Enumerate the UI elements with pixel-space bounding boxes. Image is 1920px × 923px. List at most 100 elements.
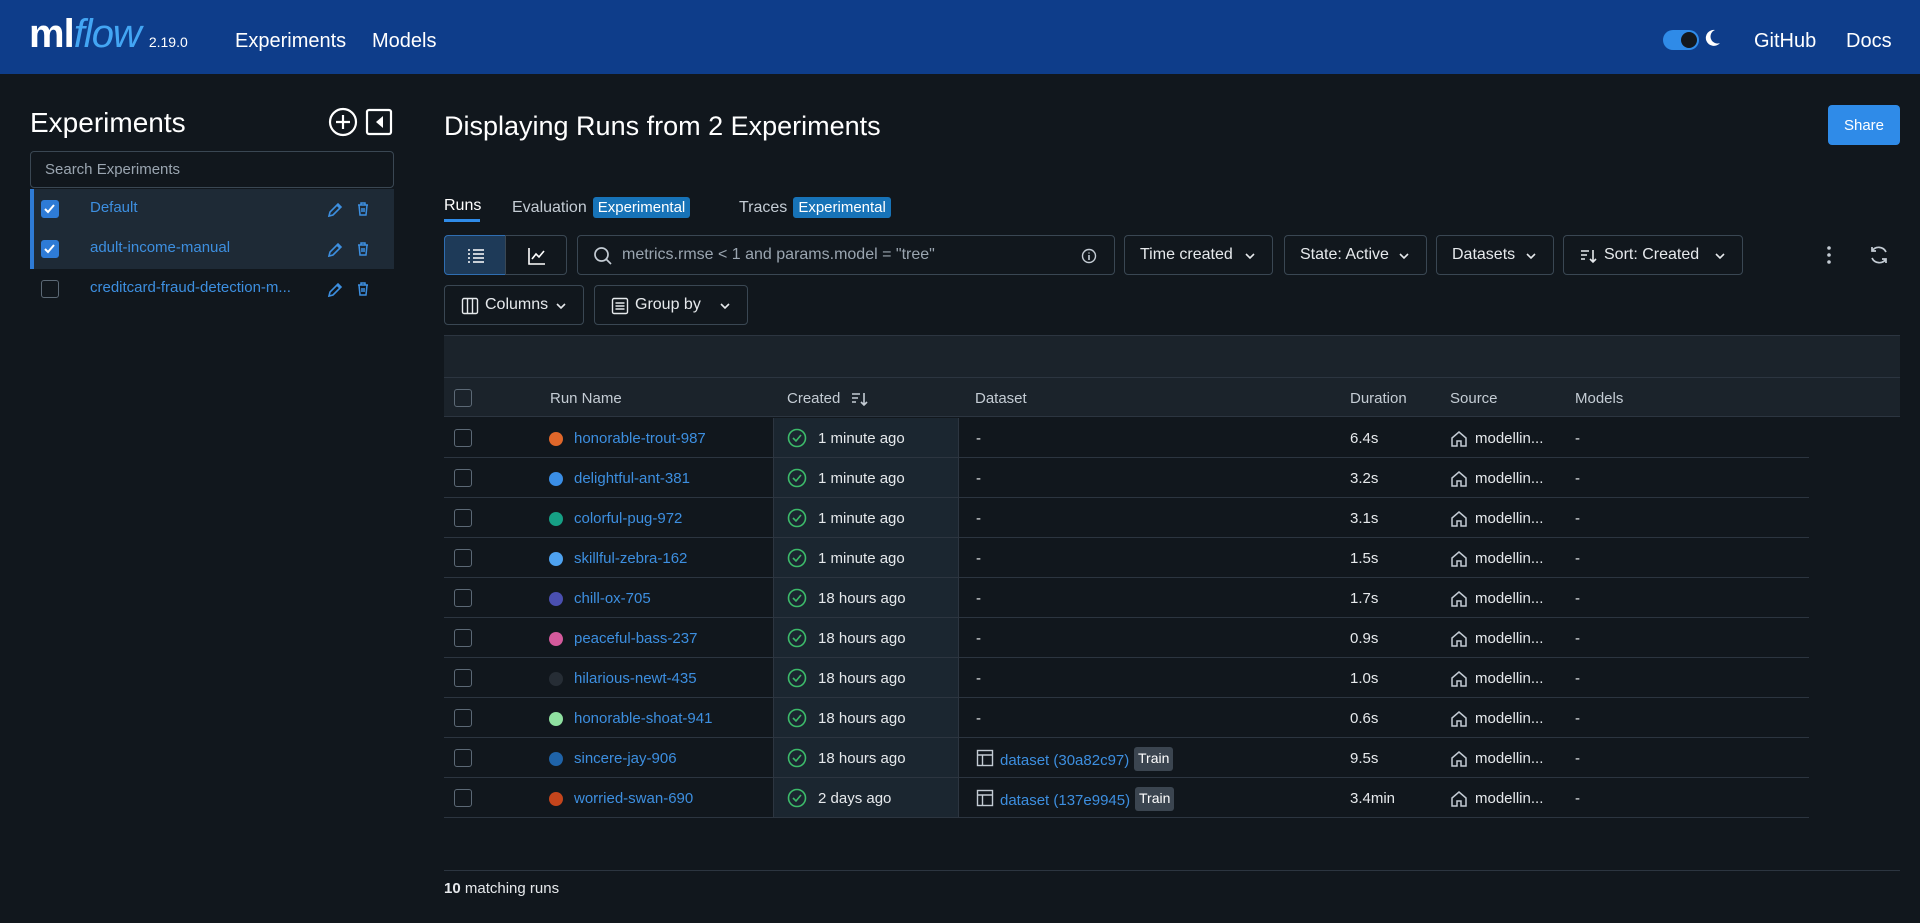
table-row[interactable]: peaceful-bass-237 18 hours ago - 0.9s modell… xyxy=(444,618,1809,658)
created-time[interactable]: 2 days ago xyxy=(818,790,891,807)
tab-runs[interactable]: Runs xyxy=(444,197,481,215)
column-header-run-name[interactable]: Run Name xyxy=(550,390,622,407)
table-row[interactable]: chill-ox-705 18 hours ago - 1.7s modellin...… xyxy=(444,578,1809,618)
table-row[interactable]: sincere-jay-906 18 hours ago dataset (30a8… xyxy=(444,738,1809,778)
edit-pencil-icon[interactable] xyxy=(326,281,344,299)
experiment-item-default[interactable]: Default xyxy=(30,189,394,229)
nav-github[interactable]: GitHub xyxy=(1754,30,1816,53)
delete-trash-icon[interactable] xyxy=(355,241,371,257)
add-experiment-button[interactable] xyxy=(328,107,358,137)
table-view-button[interactable] xyxy=(444,235,506,275)
column-header-source[interactable]: Source xyxy=(1450,390,1498,407)
sort-descending-icon[interactable] xyxy=(850,390,868,408)
run-name-link[interactable]: colorful-pug-972 xyxy=(574,510,682,527)
row-checkbox[interactable] xyxy=(454,469,472,487)
table-row[interactable]: hilarious-newt-435 18 hours ago - 1.0s model… xyxy=(444,658,1809,698)
created-time[interactable]: 1 minute ago xyxy=(818,430,905,447)
table-row[interactable]: honorable-trout-987 1 minute ago - 6.4s mode… xyxy=(444,418,1809,458)
refresh-button[interactable] xyxy=(1868,244,1890,266)
row-checkbox[interactable] xyxy=(454,749,472,767)
tab-traces[interactable]: Traces Experimental xyxy=(739,197,891,218)
column-header-created[interactable]: Created xyxy=(787,390,840,407)
row-checkbox[interactable] xyxy=(454,709,472,727)
column-header-duration[interactable]: Duration xyxy=(1350,390,1407,407)
table-row[interactable]: worried-swan-690 2 days ago dataset (137e9… xyxy=(444,778,1809,818)
column-header-models[interactable]: Models xyxy=(1575,390,1623,407)
source-link[interactable]: modellin... xyxy=(1475,710,1543,727)
source-link[interactable]: modellin... xyxy=(1475,590,1543,607)
experiment-name[interactable]: Default xyxy=(90,199,316,216)
dataset-link[interactable]: dataset (137e9945) xyxy=(1000,792,1130,809)
table-row[interactable]: delightful-ant-381 1 minute ago - 3.2s model… xyxy=(444,458,1809,498)
row-checkbox[interactable] xyxy=(454,629,472,647)
source-link[interactable]: modellin... xyxy=(1475,670,1543,687)
dataset-link[interactable]: dataset (30a82c97) xyxy=(1000,752,1129,769)
column-header-dataset[interactable]: Dataset xyxy=(975,390,1027,407)
run-name-link[interactable]: honorable-shoat-941 xyxy=(574,710,712,727)
row-checkbox[interactable] xyxy=(454,549,472,567)
select-all-checkbox[interactable] xyxy=(454,389,472,407)
run-name-link[interactable]: sincere-jay-906 xyxy=(574,750,677,767)
created-time[interactable]: 1 minute ago xyxy=(818,510,905,527)
nav-experiments[interactable]: Experiments xyxy=(235,30,346,53)
nav-models[interactable]: Models xyxy=(372,30,436,53)
experiment-item-creditcard-fraud[interactable]: creditcard-fraud-detection-m... xyxy=(30,269,394,309)
experiment-checkbox[interactable] xyxy=(41,200,59,218)
experiment-checkbox[interactable] xyxy=(41,280,59,298)
experiment-name[interactable]: adult-income-manual xyxy=(90,239,316,256)
run-name-link[interactable]: peaceful-bass-237 xyxy=(574,630,697,647)
nav-docs[interactable]: Docs xyxy=(1846,30,1892,53)
source-link[interactable]: modellin... xyxy=(1475,630,1543,647)
group-by-button[interactable]: Group by xyxy=(594,285,748,325)
runs-search-input[interactable] xyxy=(622,236,1062,274)
time-created-dropdown[interactable]: Time created xyxy=(1124,235,1273,275)
created-time[interactable]: 18 hours ago xyxy=(818,750,906,767)
edit-pencil-icon[interactable] xyxy=(326,201,344,219)
created-time[interactable]: 1 minute ago xyxy=(818,550,905,567)
info-icon[interactable] xyxy=(1081,248,1097,264)
delete-trash-icon[interactable] xyxy=(355,281,371,297)
row-checkbox[interactable] xyxy=(454,789,472,807)
created-time[interactable]: 18 hours ago xyxy=(818,670,906,687)
experiment-checkbox[interactable] xyxy=(41,240,59,258)
dark-mode-toggle[interactable] xyxy=(1663,30,1699,50)
run-name-link[interactable]: honorable-trout-987 xyxy=(574,430,706,447)
run-name-link[interactable]: skillful-zebra-162 xyxy=(574,550,687,567)
source-link[interactable]: modellin... xyxy=(1475,790,1543,807)
row-checkbox[interactable] xyxy=(454,509,472,527)
created-time[interactable]: 18 hours ago xyxy=(818,630,906,647)
run-name-link[interactable]: chill-ox-705 xyxy=(574,590,651,607)
sort-dropdown[interactable]: Sort: Created xyxy=(1563,235,1743,275)
row-checkbox[interactable] xyxy=(454,589,472,607)
created-time[interactable]: 18 hours ago xyxy=(818,710,906,727)
datasets-filter-dropdown[interactable]: Datasets xyxy=(1436,235,1554,275)
row-checkbox[interactable] xyxy=(454,429,472,447)
table-row[interactable]: honorable-shoat-941 18 hours ago - 0.6s mode… xyxy=(444,698,1809,738)
created-time[interactable]: 18 hours ago xyxy=(818,590,906,607)
table-row[interactable]: skillful-zebra-162 1 minute ago - 1.5s model… xyxy=(444,538,1809,578)
mlflow-logo[interactable]: ml flow 2.19.0 xyxy=(29,14,188,54)
table-row[interactable]: colorful-pug-972 1 minute ago - 3.1s modelli… xyxy=(444,498,1809,538)
source-link[interactable]: modellin... xyxy=(1475,470,1543,487)
delete-trash-icon[interactable] xyxy=(355,201,371,217)
run-name-link[interactable]: hilarious-newt-435 xyxy=(574,670,697,687)
experiment-item-adult-income-manual[interactable]: adult-income-manual xyxy=(30,229,394,269)
edit-pencil-icon[interactable] xyxy=(326,241,344,259)
more-options-button[interactable] xyxy=(1820,244,1838,266)
state-filter-dropdown[interactable]: State: Active xyxy=(1284,235,1427,275)
tab-evaluation[interactable]: Evaluation Experimental xyxy=(512,197,691,218)
source-link[interactable]: modellin... xyxy=(1475,550,1543,567)
columns-button[interactable]: Columns xyxy=(444,285,584,325)
chart-view-button[interactable] xyxy=(505,235,567,275)
row-checkbox[interactable] xyxy=(454,669,472,687)
created-time[interactable]: 1 minute ago xyxy=(818,470,905,487)
source-link[interactable]: modellin... xyxy=(1475,430,1543,447)
run-name-link[interactable]: worried-swan-690 xyxy=(574,790,693,807)
search-experiments-input[interactable] xyxy=(30,151,394,188)
source-link[interactable]: modellin... xyxy=(1475,750,1543,767)
share-button[interactable]: Share xyxy=(1828,105,1900,145)
collapse-sidebar-button[interactable] xyxy=(365,108,393,136)
experiment-name[interactable]: creditcard-fraud-detection-m... xyxy=(90,279,316,296)
source-link[interactable]: modellin... xyxy=(1475,510,1543,527)
run-name-link[interactable]: delightful-ant-381 xyxy=(574,470,690,487)
